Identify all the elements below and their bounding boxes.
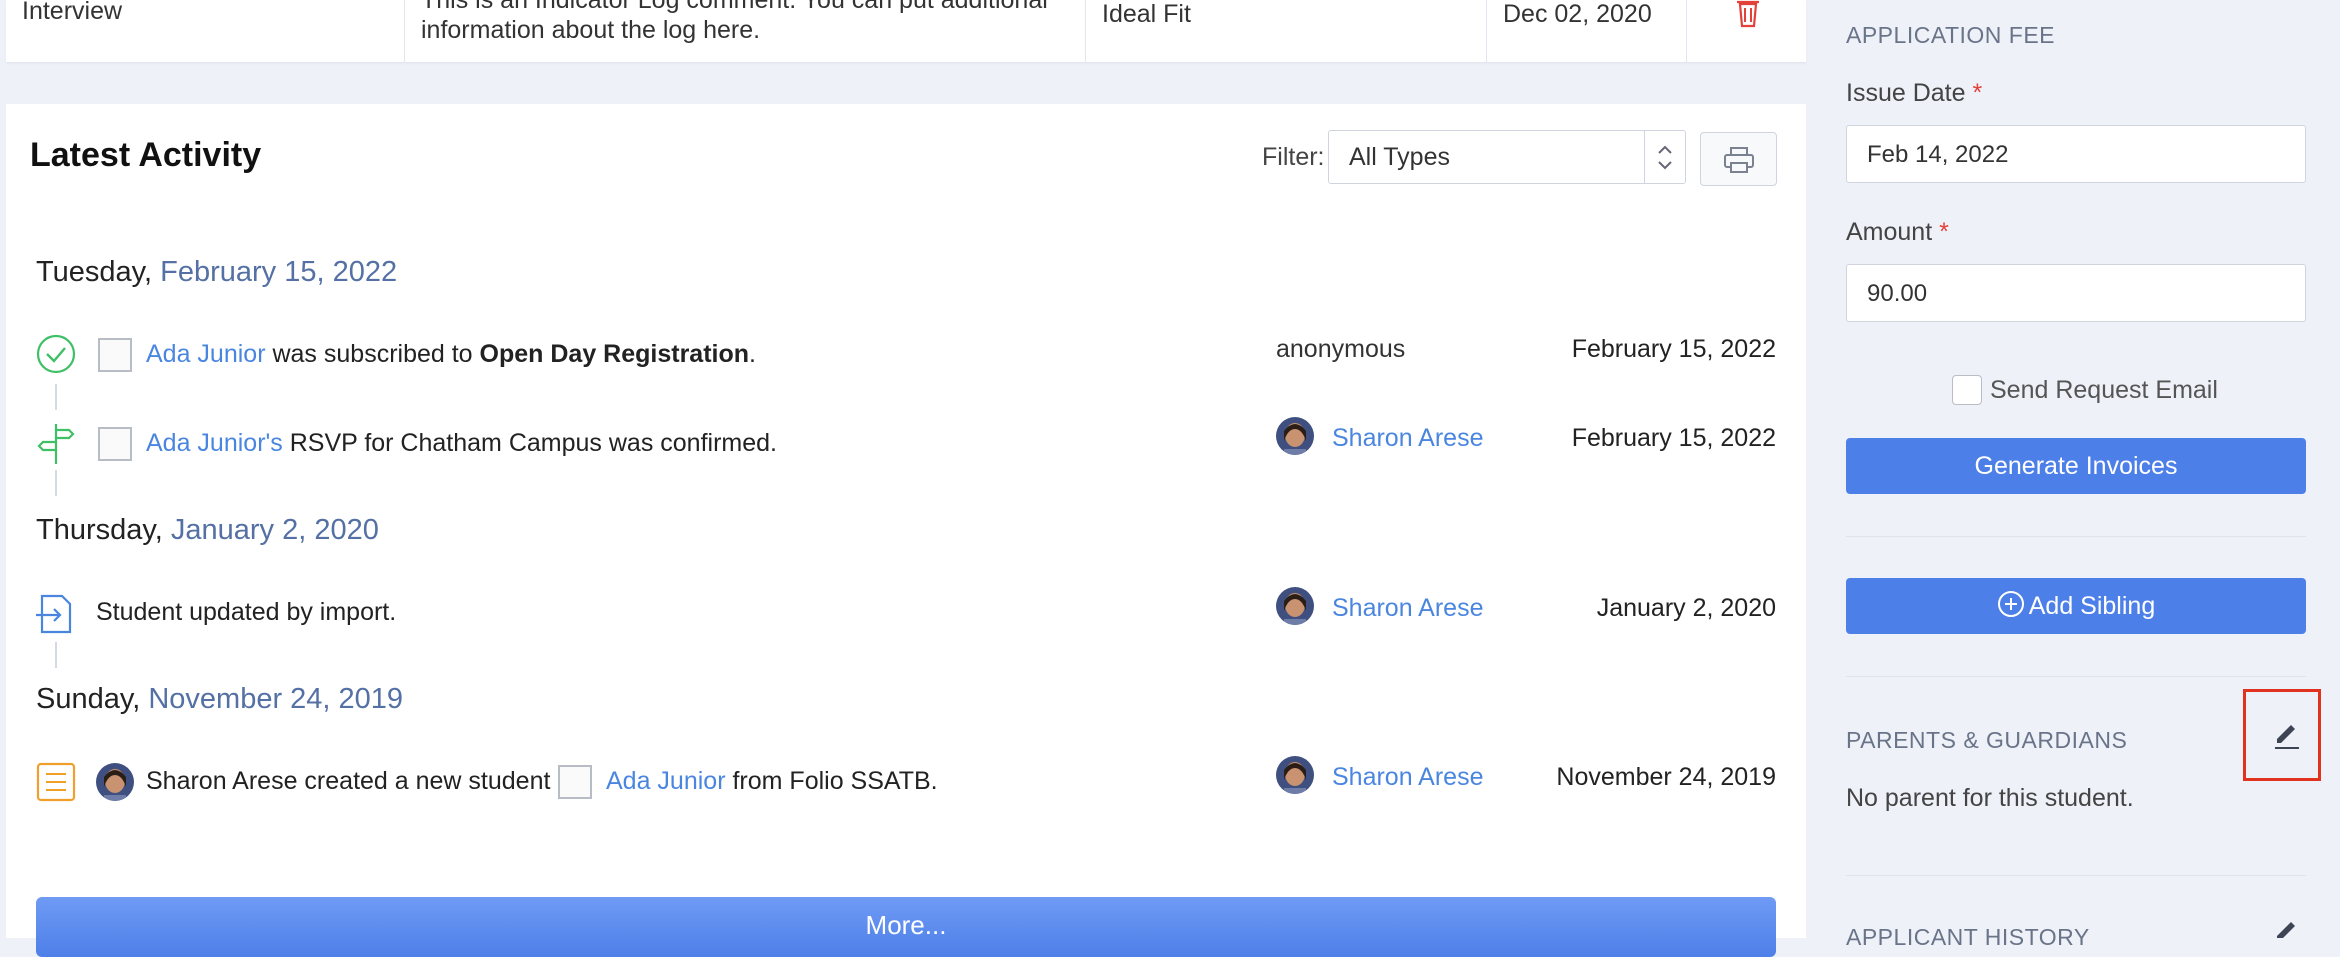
actor-link[interactable]: Sharon Arese xyxy=(1332,594,1484,623)
timeline-line xyxy=(55,470,57,496)
avatar xyxy=(1276,756,1314,794)
activity-text: Ada Junior was subscribed to Open Day Re… xyxy=(146,340,756,368)
log-type: Interview xyxy=(22,0,123,25)
day-date: February 15, 2022 xyxy=(160,256,398,288)
day-heading: Thursday, January 2, 2020 xyxy=(36,514,379,546)
check-circle-icon xyxy=(36,334,76,374)
student-photo xyxy=(98,427,132,461)
signpost-icon xyxy=(36,422,76,464)
day-weekday: Sunday xyxy=(36,683,133,715)
send-email-label: Send Request Email xyxy=(1990,376,2218,404)
printer-icon xyxy=(1724,147,1754,173)
student-link[interactable]: Ada Junior xyxy=(606,767,726,795)
send-email-checkbox[interactable] xyxy=(1952,375,1982,405)
student-photo xyxy=(558,765,592,799)
activity-text: Sharon Arese created a new student xyxy=(146,767,551,795)
issue-date-label: Issue Date * xyxy=(1846,79,1983,107)
filter-select[interactable]: All Types xyxy=(1328,130,1686,184)
log-comment-2: information about the log here. xyxy=(421,16,761,44)
add-sibling-button[interactable]: Add Sibling xyxy=(1846,578,2306,634)
pencil-icon[interactable] xyxy=(2271,719,2303,751)
avatar xyxy=(96,763,134,801)
filter-label: Filter: xyxy=(1262,143,1325,171)
divider xyxy=(1846,536,2306,537)
day-heading: Tuesday, February 15, 2022 xyxy=(36,256,398,288)
divider xyxy=(1846,676,2306,677)
actor-link[interactable]: Sharon Arese xyxy=(1332,763,1484,792)
pencil-icon[interactable] xyxy=(2271,916,2303,938)
cell-type: Interview xyxy=(6,0,405,62)
cell-category: Ideal Fit xyxy=(1086,0,1487,62)
day-date: January 2, 2020 xyxy=(170,514,379,546)
print-button[interactable] xyxy=(1700,132,1777,186)
avatar xyxy=(1276,417,1314,455)
student-link[interactable]: Ada Junior's xyxy=(146,429,283,457)
log-category: Ideal Fit xyxy=(1102,0,1191,28)
activity-text: Ada Junior's RSVP for Chatham Campus was… xyxy=(146,429,777,457)
activity-text-tail: Ada Junior from Folio SSATB. xyxy=(606,767,938,795)
day-weekday: Tuesday xyxy=(36,256,144,288)
filter-value: All Types xyxy=(1349,143,1450,171)
log-date: Dec 02, 2020 xyxy=(1503,0,1652,28)
amount-label: Amount * xyxy=(1846,218,1949,246)
document-list-icon xyxy=(36,762,76,802)
activity-title: Latest Activity xyxy=(30,136,262,174)
activity-actor: anonymous xyxy=(1276,335,1406,363)
timeline-line xyxy=(55,384,57,410)
import-icon xyxy=(36,592,76,634)
generate-invoices-button[interactable]: Generate Invoices xyxy=(1846,438,2306,494)
divider xyxy=(1846,875,2306,876)
activity-date: February 15, 2022 xyxy=(1571,424,1776,452)
amount-field[interactable]: 90.00 xyxy=(1846,264,2306,322)
trash-icon[interactable] xyxy=(1733,0,1763,28)
activity-text: Student updated by import. xyxy=(96,598,397,626)
actor-link[interactable]: Sharon Arese xyxy=(1332,424,1484,453)
no-parent-text: No parent for this student. xyxy=(1846,784,2134,812)
student-link[interactable]: Ada Junior xyxy=(146,340,266,368)
indicator-log-row: Interview This is an Indicator Log comme… xyxy=(6,0,1806,63)
activity-date: February 15, 2022 xyxy=(1571,335,1776,363)
day-heading: Sunday, November 24, 2019 xyxy=(36,683,404,715)
day-date: November 24, 2019 xyxy=(148,683,404,715)
parents-heading: PARENTS & GUARDIANS xyxy=(1846,727,2128,753)
issue-date-field[interactable]: Feb 14, 2022 xyxy=(1846,125,2306,183)
activity-date: January 2, 2020 xyxy=(1596,594,1776,622)
plus-circle-icon xyxy=(1997,591,2024,617)
chevron-updown-icon xyxy=(1644,131,1685,183)
cell-comment: This is an Indicator Log comment. You ca… xyxy=(405,0,1086,62)
avatar xyxy=(1276,587,1314,625)
more-button[interactable]: More... xyxy=(36,897,1776,957)
day-weekday: Thursday xyxy=(36,514,155,546)
activity-date: November 24, 2019 xyxy=(1556,763,1776,791)
timeline-line xyxy=(55,642,57,668)
cell-date: Dec 02, 2020 xyxy=(1487,0,1687,62)
fee-heading: APPLICATION FEE xyxy=(1846,22,2056,48)
student-photo xyxy=(98,338,132,372)
